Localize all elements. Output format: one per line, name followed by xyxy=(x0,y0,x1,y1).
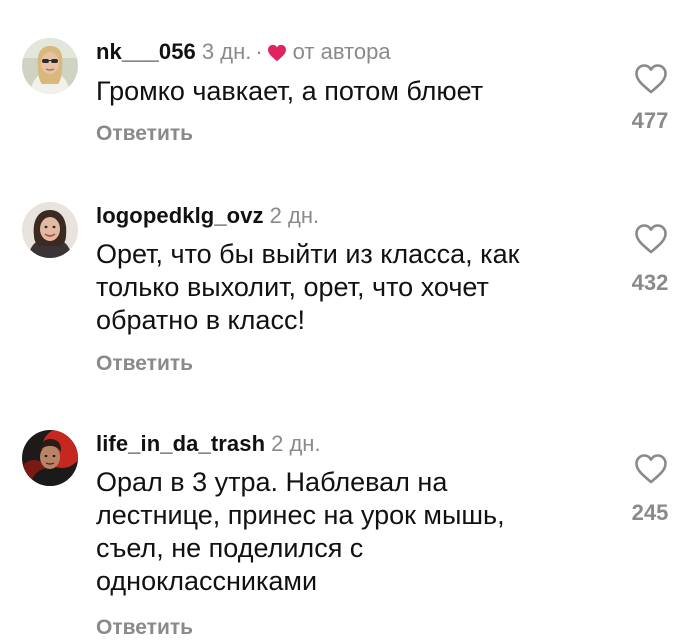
like-count: 245 xyxy=(631,500,669,525)
comment-username[interactable]: logopedklg_ovz xyxy=(96,203,264,228)
heart-outline-icon[interactable] xyxy=(634,63,668,95)
reply-button[interactable]: Ответить xyxy=(96,352,193,376)
comment-username[interactable]: life_in_da_trash xyxy=(96,431,265,456)
heart-outline-icon[interactable] xyxy=(634,223,668,255)
like-count: 432 xyxy=(631,270,669,295)
reply-button[interactable]: Ответить xyxy=(96,122,193,146)
comment-meta: nk___056 3 дн. · от автора xyxy=(96,38,391,69)
comment-text: Громко чавкает, а потом блюет xyxy=(96,76,484,106)
avatar-woman-dark-hair-icon xyxy=(22,202,78,258)
comment-time: 3 дн. xyxy=(201,39,252,64)
comment-text: Орал в 3 утра. Наблевал на лестнице, при… xyxy=(96,467,505,596)
heart-filled-icon xyxy=(267,41,287,69)
comment-time: 2 дн. xyxy=(269,203,320,228)
comment-time: 2 дн. xyxy=(271,431,321,456)
avatar[interactable] xyxy=(22,38,78,94)
author-like-note: от автора xyxy=(292,39,391,64)
comment-meta: logopedklg_ovz 2 дн. xyxy=(96,202,319,230)
reply-button[interactable]: Ответить xyxy=(96,616,193,640)
avatar[interactable] xyxy=(22,430,78,486)
avatar[interactable] xyxy=(22,202,78,258)
comment-username[interactable]: nk___056 xyxy=(96,39,196,64)
comment-text: Орет, что бы выйти из класса, как только… xyxy=(96,239,520,335)
like-count: 477 xyxy=(631,108,669,133)
comment-meta: life_in_da_trash 2 дн. xyxy=(96,430,321,458)
avatar-woman-sunglasses-icon xyxy=(22,38,78,94)
heart-outline-icon[interactable] xyxy=(634,453,668,485)
avatar-man-red-background-icon xyxy=(22,430,78,486)
meta-separator: · xyxy=(255,39,263,64)
